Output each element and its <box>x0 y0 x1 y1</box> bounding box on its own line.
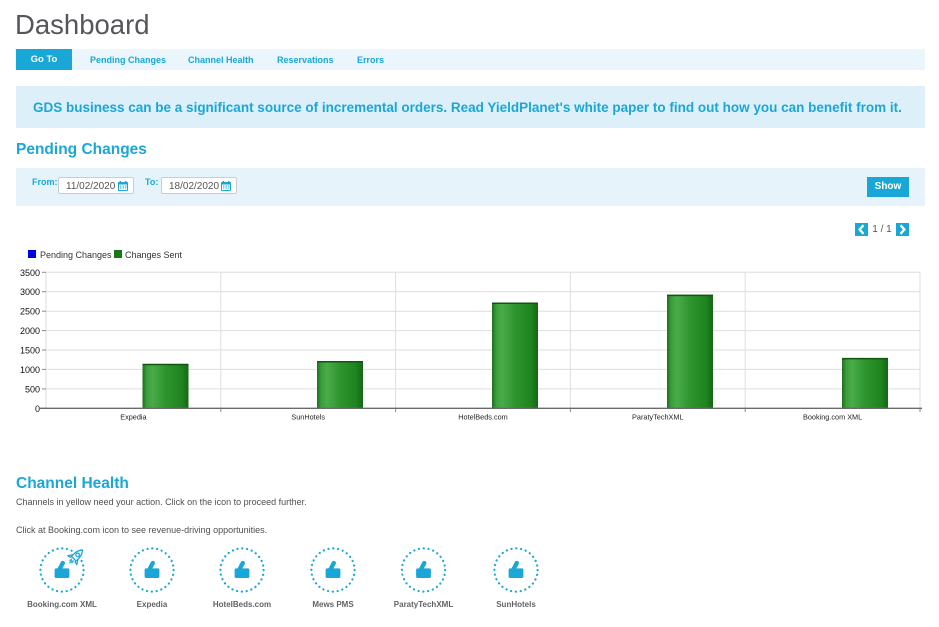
svg-text:Booking.com XML: Booking.com XML <box>27 600 97 609</box>
svg-text:0: 0 <box>35 404 40 414</box>
svg-text:Mews PMS: Mews PMS <box>312 600 354 609</box>
svg-text:SunHotels: SunHotels <box>496 600 536 609</box>
svg-text:2000: 2000 <box>20 326 40 336</box>
svg-text:1500: 1500 <box>20 346 40 356</box>
svg-text:ParatyTechXML: ParatyTechXML <box>394 600 454 609</box>
svg-text:SunHotels: SunHotels <box>291 413 325 422</box>
svg-text:HotelBeds.com: HotelBeds.com <box>213 600 271 609</box>
svg-text:2500: 2500 <box>20 307 40 317</box>
svg-text:1000: 1000 <box>20 365 40 375</box>
svg-text:Expedia: Expedia <box>137 600 168 609</box>
svg-text:HotelBeds.com: HotelBeds.com <box>458 413 507 422</box>
svg-text:3500: 3500 <box>20 268 40 278</box>
svg-text:Booking.com XML: Booking.com XML <box>803 413 862 422</box>
svg-text:3000: 3000 <box>20 287 40 297</box>
svg-text:500: 500 <box>25 384 40 394</box>
svg-text:Expedia: Expedia <box>120 413 147 422</box>
svg-text:ParatyTechXML: ParatyTechXML <box>632 413 684 422</box>
